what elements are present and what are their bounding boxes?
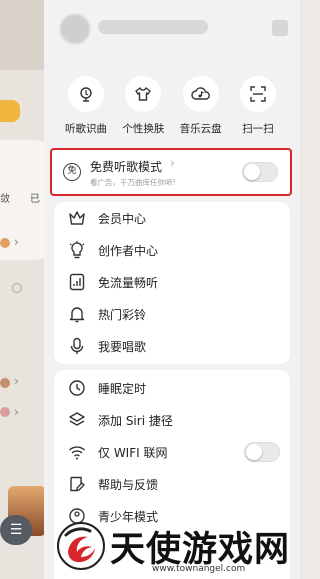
- feedback-icon: [66, 473, 88, 495]
- quick-actions: 听歌识曲 个性换肤 音乐云盘 扫一扫: [58, 76, 286, 136]
- menu-item-help-feedback[interactable]: 帮助与反馈: [54, 468, 290, 500]
- circle-icon: [12, 283, 22, 293]
- scan-icon: [239, 76, 276, 112]
- avatar: [0, 378, 10, 388]
- chevron-right-icon: ›: [14, 374, 19, 388]
- watermark: 天使游戏网 www.townangel.com: [52, 515, 300, 579]
- background-banner: [0, 100, 20, 122]
- wifi-icon: [66, 441, 88, 463]
- menu-item-label: 免流量畅听: [98, 275, 159, 290]
- crown-icon: [66, 207, 88, 229]
- layers-icon: [66, 409, 88, 431]
- menu-lines-icon[interactable]: ☰: [0, 515, 32, 545]
- music-recognition-icon: [68, 76, 104, 112]
- free-mode-card[interactable]: 免 免费听歌模式 › 看广告，千万曲库任你听!: [50, 148, 292, 196]
- menu-item-label: 仅 WIFI 联网: [98, 445, 168, 460]
- quick-action-scan[interactable]: 扫一扫: [230, 76, 286, 136]
- menu-item-label: 热门彩铃: [98, 307, 147, 322]
- menu-item-wifi-only[interactable]: 仅 WIFI 联网: [54, 436, 290, 468]
- quick-action-cloud-drive[interactable]: 音乐云盘: [173, 76, 229, 136]
- menu-item-label: 帮助与反馈: [98, 477, 159, 492]
- background-label: 敛: [0, 194, 10, 205]
- profile-header[interactable]: [44, 0, 300, 62]
- menu-item-label: 睡眠定时: [98, 381, 147, 396]
- clock-icon: [66, 377, 88, 399]
- menu-item-ringtones[interactable]: 热门彩铃: [54, 298, 290, 330]
- menu-item-siri-shortcut[interactable]: 添加 Siri 捷径: [54, 404, 290, 436]
- wifi-only-toggle[interactable]: [244, 442, 280, 462]
- free-badge-icon: 免: [63, 163, 81, 181]
- tshirt-icon: [125, 76, 162, 112]
- menu-item-label: 添加 Siri 捷径: [98, 413, 173, 428]
- background-label: 已: [30, 194, 40, 205]
- menu-item-label: 创作者中心: [98, 243, 159, 258]
- menu-item-vip-center[interactable]: 会员中心: [54, 202, 290, 234]
- watermark-url: www.townangel.com: [152, 564, 246, 574]
- quick-action-label: 扫一扫: [242, 123, 274, 135]
- menu-item-karaoke[interactable]: 我要唱歌: [54, 330, 290, 362]
- cloud-music-icon: [182, 76, 219, 112]
- menu-item-free-data[interactable]: 免流量畅听: [54, 266, 290, 298]
- free-mode-subtitle: 看广告，千万曲库任你听!: [90, 178, 176, 187]
- quick-action-skin[interactable]: 个性换肤: [115, 76, 171, 136]
- menu-item-label: 我要唱歌: [98, 339, 147, 354]
- toggle-knob: [244, 164, 260, 180]
- menu-item-sleep-timer[interactable]: 睡眠定时: [54, 372, 290, 404]
- menu-item-creator-center[interactable]: 创作者中心: [54, 234, 290, 266]
- free-mode-title: 免费听歌模式: [90, 160, 163, 174]
- bell-icon: [66, 303, 88, 325]
- avatar: [0, 238, 10, 248]
- quick-action-music-recognition[interactable]: 听歌识曲: [58, 76, 114, 136]
- chevron-right-icon: ›: [170, 156, 175, 170]
- watermark-logo: [57, 522, 105, 570]
- menu-card: 会员中心 创作者中心 免流量畅听 热门彩铃 我要唱歌: [54, 202, 290, 364]
- quick-action-label: 音乐云盘: [179, 123, 222, 135]
- avatar: [0, 407, 10, 417]
- toggle-knob: [246, 444, 262, 460]
- quick-action-label: 个性换肤: [122, 123, 165, 135]
- quick-action-label: 听歌识曲: [65, 123, 107, 135]
- avatar[interactable]: [60, 14, 90, 44]
- lightbulb-icon: [66, 239, 88, 261]
- signal-bars-icon: [66, 271, 88, 293]
- side-drawer: 听歌识曲 个性换肤 音乐云盘 扫一扫 免 免费听歌模式 › 看广告，千万曲库任你…: [44, 0, 300, 579]
- username-blurred: [98, 20, 208, 34]
- menu-item-label: 会员中心: [98, 211, 147, 226]
- scan-code-icon[interactable]: [272, 20, 288, 36]
- chevron-right-icon: ›: [14, 235, 19, 249]
- free-mode-toggle[interactable]: [242, 162, 278, 182]
- microphone-icon: [66, 335, 88, 357]
- chevron-right-icon: ›: [14, 405, 19, 419]
